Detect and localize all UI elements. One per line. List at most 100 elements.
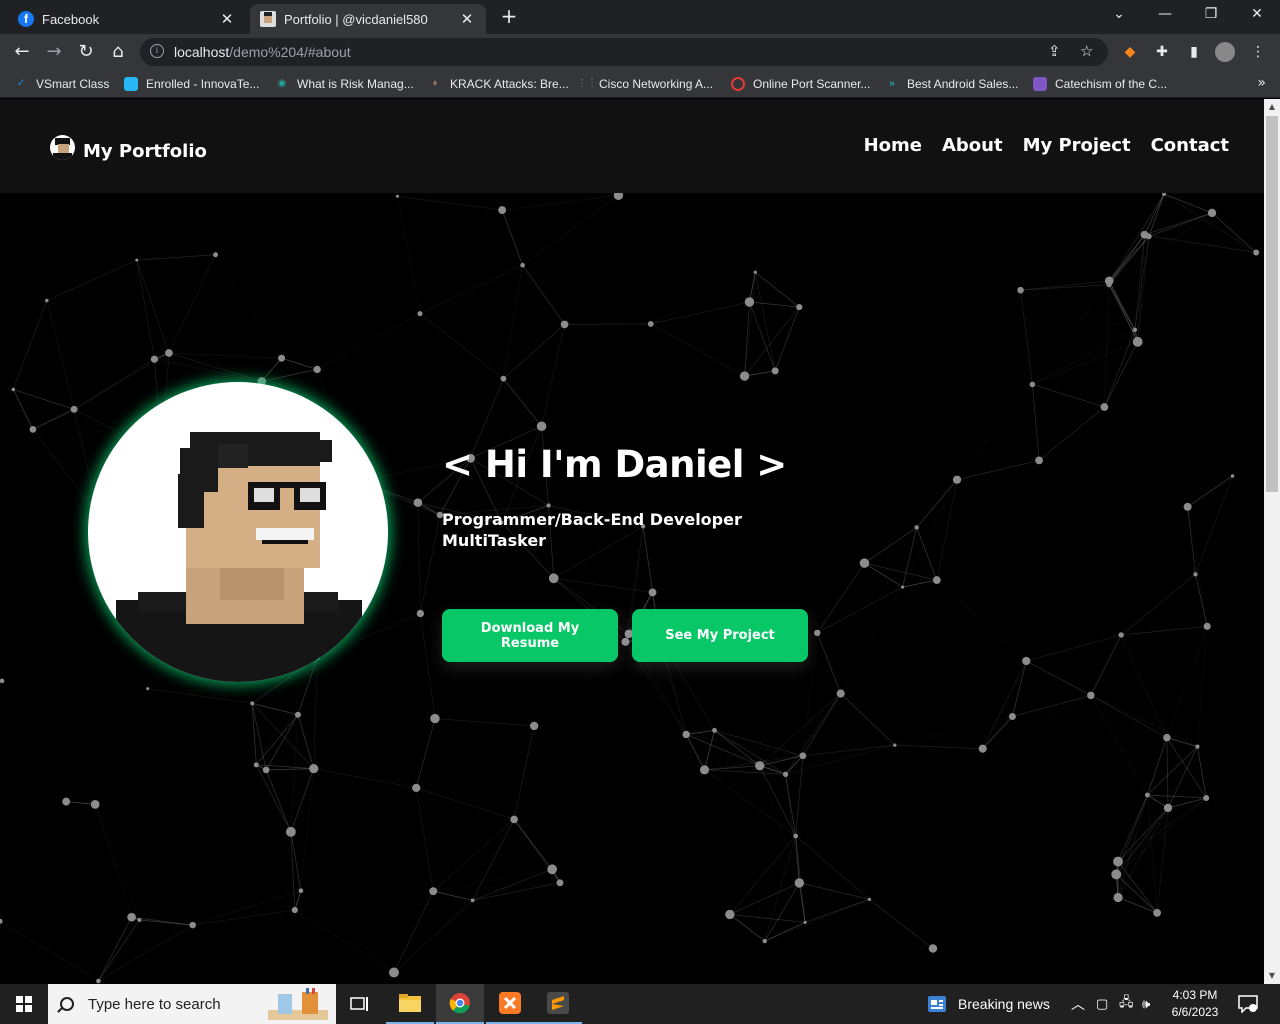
- close-tab-icon[interactable]: ✕: [218, 10, 236, 28]
- address-bar[interactable]: i localhost/demo%204/#about ⇪ ☆: [140, 38, 1108, 66]
- home-icon[interactable]: ⌂: [106, 40, 130, 64]
- network-node: [520, 262, 525, 268]
- side-panel-icon[interactable]: ▮: [1184, 42, 1204, 62]
- network-link: [255, 714, 299, 766]
- network-node: [189, 921, 196, 929]
- tab-portfolio[interactable]: Portfolio | @vicdaniel580 ✕: [250, 4, 486, 34]
- network-link: [1116, 797, 1207, 875]
- bookmark-risk-management[interactable]: ◉ What is Risk Manag...: [275, 75, 414, 93]
- bookmark-innovate[interactable]: Enrolled - InnovaTe...: [124, 75, 259, 93]
- scroll-up-arrow-icon[interactable]: ▲: [1264, 99, 1280, 115]
- network-icon[interactable]: 🖧: [1119, 984, 1134, 1024]
- network-link: [686, 734, 803, 757]
- volume-icon[interactable]: 🕪: [1142, 984, 1150, 1024]
- close-window-button[interactable]: ✕: [1234, 0, 1280, 30]
- chrome-menu-icon[interactable]: ⋮: [1248, 42, 1268, 62]
- url-text[interactable]: localhost/demo%204/#about: [174, 44, 351, 60]
- network-link: [416, 726, 534, 788]
- xampp-icon[interactable]: [486, 984, 534, 1024]
- bookmark-krack[interactable]: ♦ KRACK Attacks: Bre...: [428, 75, 568, 93]
- bookmark-port-scanner[interactable]: Online Port Scanner...: [731, 75, 870, 93]
- network-node: [647, 321, 654, 327]
- network-node: [739, 371, 750, 381]
- network-node: [253, 762, 259, 768]
- page-scrollbar[interactable]: ▲ ▼: [1264, 99, 1280, 984]
- tray-chevron-icon[interactable]: ︿: [1071, 984, 1085, 1024]
- restore-button[interactable]: ❐: [1188, 0, 1234, 30]
- network-link: [774, 306, 800, 372]
- bookmark-cisco[interactable]: ⋮⋮ Cisco Networking A...: [577, 75, 713, 93]
- network-link: [864, 562, 937, 581]
- metamask-fox-icon[interactable]: ◆: [1120, 42, 1140, 62]
- share-icon[interactable]: ⇪: [1048, 42, 1061, 60]
- network-link: [265, 769, 292, 832]
- tab-title: Facebook: [42, 11, 100, 27]
- back-arrow-icon[interactable]: ←: [10, 40, 34, 64]
- windows-start-button[interactable]: [0, 984, 48, 1024]
- task-view-icon[interactable]: [336, 984, 384, 1024]
- network-link: [419, 313, 504, 380]
- search-placeholder: Type here to search: [88, 995, 221, 1013]
- scroll-down-arrow-icon[interactable]: ▼: [1264, 968, 1280, 984]
- close-tab-icon[interactable]: ✕: [458, 10, 476, 28]
- network-link: [46, 300, 75, 410]
- minimize-button[interactable]: —: [1142, 0, 1188, 30]
- network-link: [841, 563, 865, 693]
- sublime-text-icon[interactable]: [534, 984, 582, 1024]
- bookmark-catechism[interactable]: Catechism of the C...: [1033, 75, 1167, 93]
- network-link: [415, 718, 436, 788]
- network-node: [771, 367, 779, 375]
- network-node: [556, 879, 564, 887]
- site-info-icon[interactable]: i: [150, 44, 164, 58]
- network-link: [94, 804, 140, 921]
- port-scanner-icon: [731, 77, 745, 91]
- tab-facebook[interactable]: f Facebook ✕: [8, 4, 246, 34]
- more-bookmarks-icon[interactable]: »: [1257, 75, 1266, 91]
- network-link: [136, 259, 170, 354]
- network-link: [148, 689, 257, 765]
- network-node: [836, 689, 845, 698]
- news-widget[interactable]: Breaking news: [928, 984, 1050, 1024]
- network-link: [1090, 634, 1122, 696]
- download-resume-button[interactable]: Download My Resume: [442, 609, 618, 662]
- site-brand[interactable]: My Portfolio: [50, 133, 207, 162]
- forward-arrow-icon[interactable]: →: [42, 40, 66, 64]
- nav-about[interactable]: About: [942, 135, 1003, 156]
- tab-search-chevron-icon[interactable]: ⌄: [1096, 0, 1142, 30]
- see-project-button[interactable]: See My Project: [632, 609, 808, 662]
- chrome-icon[interactable]: [436, 984, 484, 1024]
- nav-my-project[interactable]: My Project: [1023, 135, 1131, 156]
- network-link: [553, 577, 653, 593]
- network-node: [500, 375, 507, 382]
- network-link: [416, 787, 515, 820]
- network-link: [704, 755, 803, 771]
- network-link: [1032, 384, 1105, 408]
- new-tab-button[interactable]: +: [496, 5, 522, 29]
- taskbar-clock[interactable]: 4:03 PM 6/6/2023: [1168, 987, 1222, 1021]
- notifications-icon[interactable]: [1238, 984, 1258, 1024]
- network-link: [1147, 746, 1198, 796]
- nav-home[interactable]: Home: [864, 135, 922, 156]
- network-node: [952, 475, 962, 484]
- profile-avatar[interactable]: [1215, 42, 1235, 62]
- network-node: [510, 815, 518, 824]
- network-node: [1140, 230, 1149, 239]
- meet-now-icon[interactable]: ▢: [1096, 984, 1108, 1024]
- network-link: [1032, 284, 1110, 385]
- vsmart-icon: ✓: [16, 78, 26, 89]
- network-link: [154, 358, 281, 359]
- file-explorer-icon[interactable]: [386, 984, 434, 1024]
- network-link: [744, 306, 800, 377]
- bookmark-star-icon[interactable]: ☆: [1080, 42, 1093, 60]
- taskbar-search-box[interactable]: Type here to search: [48, 984, 336, 1024]
- catechism-icon: [1033, 77, 1047, 91]
- scrollbar-thumb[interactable]: [1266, 116, 1278, 492]
- reload-icon[interactable]: ↻: [74, 40, 98, 64]
- bookmark-android-sales[interactable]: » Best Android Sales...: [885, 75, 1018, 93]
- bookmark-vsmart[interactable]: ✓ VSmart Class: [14, 75, 110, 93]
- network-link: [1108, 193, 1165, 285]
- extensions-puzzle-icon[interactable]: ✚: [1152, 42, 1172, 62]
- nav-contact[interactable]: Contact: [1151, 135, 1229, 156]
- network-link: [192, 890, 302, 926]
- network-link: [46, 259, 137, 301]
